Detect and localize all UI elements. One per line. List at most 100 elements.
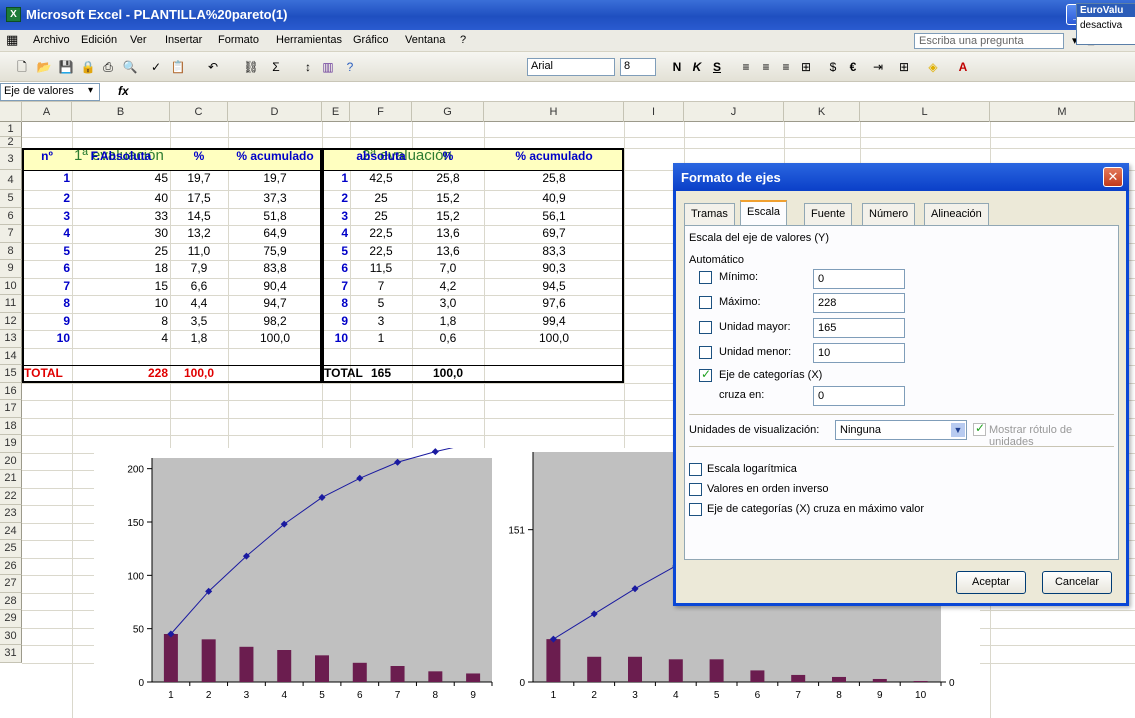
ok-button[interactable]: Aceptar bbox=[956, 571, 1026, 594]
column-header[interactable]: K bbox=[784, 102, 860, 122]
column-header[interactable]: D bbox=[228, 102, 322, 122]
font-select[interactable]: Arial bbox=[527, 58, 615, 76]
menu-formato[interactable]: Formato bbox=[218, 34, 259, 46]
column-header[interactable]: M bbox=[990, 102, 1135, 122]
row-header[interactable]: 21 bbox=[0, 470, 22, 488]
minor-unit-input[interactable]: 10 bbox=[813, 343, 905, 363]
display-units-select[interactable]: Ninguna bbox=[835, 420, 967, 440]
row-header[interactable]: 12 bbox=[0, 312, 22, 330]
category-axis-checkbox[interactable] bbox=[699, 367, 712, 382]
cross-at-max-checkbox[interactable] bbox=[689, 503, 702, 516]
row-header[interactable]: 29 bbox=[0, 610, 22, 628]
font-size-select[interactable]: 8 bbox=[620, 58, 656, 76]
column-header[interactable]: J bbox=[684, 102, 784, 122]
italic-icon[interactable]: K bbox=[689, 59, 705, 75]
sort-icon[interactable]: ↕ bbox=[300, 59, 316, 75]
row-header[interactable]: 9 bbox=[0, 260, 22, 278]
tab-numero[interactable]: Número bbox=[862, 203, 916, 225]
column-header[interactable]: L bbox=[860, 102, 990, 122]
paste-icon[interactable]: 📋 bbox=[170, 59, 186, 75]
undo-icon[interactable]: ↶ bbox=[205, 59, 221, 75]
row-header[interactable]: 8 bbox=[0, 242, 22, 260]
row-header[interactable]: 27 bbox=[0, 575, 22, 593]
row-header[interactable]: 10 bbox=[0, 277, 22, 295]
permission-icon[interactable]: 🔒 bbox=[80, 59, 96, 75]
row-header[interactable]: 15 bbox=[0, 365, 22, 383]
menu-insertar[interactable]: Insertar bbox=[165, 34, 202, 46]
borders-icon[interactable]: ⊞ bbox=[896, 59, 912, 75]
max-auto-checkbox[interactable] bbox=[699, 296, 712, 309]
menu-ventana[interactable]: Ventana bbox=[405, 34, 445, 46]
name-box[interactable]: Eje de valores bbox=[0, 83, 100, 101]
row-header[interactable]: 31 bbox=[0, 645, 22, 663]
column-header[interactable]: G bbox=[412, 102, 484, 122]
font-color-icon[interactable]: A bbox=[955, 59, 971, 75]
currency-icon[interactable]: $ bbox=[825, 59, 841, 75]
dialog-close-button[interactable]: ✕ bbox=[1103, 167, 1123, 187]
max-input[interactable]: 228 bbox=[813, 293, 905, 313]
align-right-icon[interactable]: ≡ bbox=[778, 59, 794, 75]
row-header[interactable]: 22 bbox=[0, 487, 22, 505]
bold-icon[interactable]: N bbox=[669, 59, 685, 75]
reverse-order-checkbox[interactable] bbox=[689, 483, 702, 496]
tab-alineacion[interactable]: Alineación bbox=[924, 203, 989, 225]
row-header[interactable]: 23 bbox=[0, 505, 22, 523]
workbook-icon[interactable]: ▦ bbox=[6, 32, 18, 48]
row-header[interactable]: 30 bbox=[0, 627, 22, 645]
chart-wizard-icon[interactable]: ▥ bbox=[320, 59, 336, 75]
major-unit-input[interactable]: 165 bbox=[813, 318, 905, 338]
menu-herramientas[interactable]: Herramientas bbox=[276, 34, 342, 46]
column-header[interactable]: F bbox=[350, 102, 412, 122]
row-header[interactable]: 25 bbox=[0, 540, 22, 558]
row-header[interactable]: 20 bbox=[0, 452, 22, 470]
row-header[interactable]: 1 bbox=[0, 122, 22, 137]
menu-ver[interactable]: Ver bbox=[130, 34, 147, 46]
eurovalue-select[interactable]: desactiva bbox=[1077, 17, 1135, 34]
euro-icon[interactable]: € bbox=[845, 59, 861, 75]
column-header[interactable]: B bbox=[72, 102, 170, 122]
tab-tramas[interactable]: Tramas bbox=[684, 203, 735, 225]
spelling-icon[interactable]: ✓ bbox=[148, 59, 164, 75]
row-header[interactable]: 5 bbox=[0, 190, 22, 208]
help-icon[interactable]: ? bbox=[342, 59, 358, 75]
min-auto-checkbox[interactable] bbox=[699, 271, 712, 284]
min-input[interactable]: 0 bbox=[813, 269, 905, 289]
row-header[interactable]: 28 bbox=[0, 592, 22, 610]
fill-color-icon[interactable]: ◈ bbox=[925, 59, 941, 75]
underline-icon[interactable]: S bbox=[709, 59, 725, 75]
row-header[interactable]: 18 bbox=[0, 417, 22, 435]
new-icon[interactable]: 🗋 bbox=[14, 59, 30, 75]
open-icon[interactable]: 📂 bbox=[36, 59, 52, 75]
row-header[interactable]: 16 bbox=[0, 382, 22, 400]
preview-icon[interactable]: 🔍 bbox=[122, 59, 138, 75]
fx-icon[interactable]: fx bbox=[118, 84, 129, 98]
chevron-down-icon[interactable]: ▼ bbox=[951, 423, 965, 437]
log-scale-checkbox[interactable] bbox=[689, 463, 702, 476]
name-box-dropdown-icon[interactable]: ▾ bbox=[88, 85, 93, 96]
pareto-chart-1[interactable]: 0 50 100 150 200 1 2 3 4 5 6 7 8 9 bbox=[94, 448, 514, 718]
row-header[interactable]: 4 bbox=[0, 170, 22, 190]
sum-icon[interactable]: Σ bbox=[268, 59, 284, 75]
row-header[interactable]: 14 bbox=[0, 347, 22, 365]
menu-grafico[interactable]: Gráfico bbox=[353, 34, 388, 46]
row-header[interactable]: 24 bbox=[0, 522, 22, 540]
row-header[interactable]: 26 bbox=[0, 557, 22, 575]
menu-ayuda[interactable]: ? bbox=[460, 34, 466, 46]
row-header[interactable]: 17 bbox=[0, 400, 22, 418]
row-header[interactable]: 7 bbox=[0, 225, 22, 243]
tab-fuente[interactable]: Fuente bbox=[804, 203, 853, 225]
menu-edicion[interactable]: Edición bbox=[81, 34, 117, 46]
menu-archivo[interactable]: Archivo bbox=[33, 34, 70, 46]
save-icon[interactable]: 💾 bbox=[58, 59, 74, 75]
align-center-icon[interactable]: ≡ bbox=[758, 59, 774, 75]
print-icon[interactable]: ⎙ bbox=[100, 59, 116, 75]
column-header[interactable]: E bbox=[322, 102, 350, 122]
row-header[interactable]: 2 bbox=[0, 137, 22, 148]
indent-icon[interactable]: ⇥ bbox=[870, 59, 886, 75]
cancel-button[interactable]: Cancelar bbox=[1042, 571, 1112, 594]
minor-unit-checkbox[interactable] bbox=[699, 346, 712, 359]
column-header[interactable]: H bbox=[484, 102, 624, 122]
row-header[interactable]: 11 bbox=[0, 295, 22, 313]
merge-icon[interactable]: ⊞ bbox=[798, 59, 814, 75]
major-unit-checkbox[interactable] bbox=[699, 321, 712, 334]
